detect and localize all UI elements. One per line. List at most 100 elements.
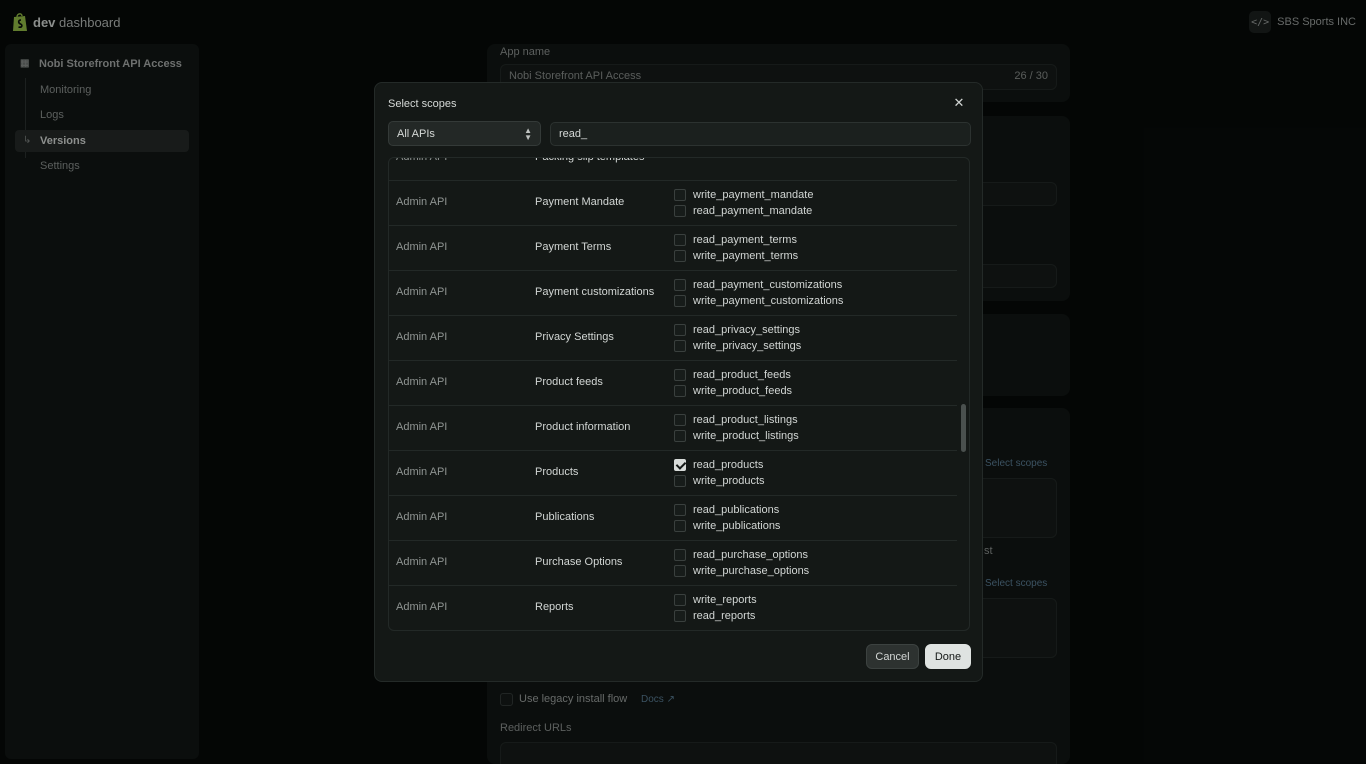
row-resource: Privacy Settings [535, 331, 614, 343]
scope-option[interactable]: write_payment_customizations [674, 293, 843, 309]
row-resource: Product feeds [535, 376, 603, 388]
table-row: Admin API Payment customizations read_paym… [389, 271, 957, 316]
scopes-table-body: Admin API Packing slip templates read_pack… [389, 157, 957, 630]
table-row: Admin API Product feeds read_product_feeds… [389, 361, 957, 406]
scope-name: read_privacy_settings [693, 324, 801, 336]
table-row: Admin API Privacy Settings read_privacy_se… [389, 316, 957, 361]
scope-option[interactable]: write_products [674, 473, 765, 489]
row-scopes: read_payment_terms write_payment_terms [674, 232, 798, 264]
scope-option[interactable]: write_payment_mandate [674, 187, 813, 203]
done-button[interactable]: Done [925, 644, 971, 669]
row-scopes: read_packing_slip_templates [674, 157, 835, 158]
scope-checkbox[interactable] [674, 234, 686, 246]
scope-name: write_reports [693, 594, 757, 606]
row-api: Admin API [396, 556, 448, 568]
table-row: Admin API Packing slip templates read_pack… [389, 157, 957, 181]
scope-checkbox[interactable] [674, 189, 686, 201]
row-api: Admin API [396, 241, 448, 253]
scope-checkbox[interactable] [674, 324, 686, 336]
row-scopes: read_privacy_settings write_privacy_setti… [674, 322, 801, 354]
table-row: Admin API Products read_products write_prod… [389, 451, 957, 496]
scope-option[interactable]: write_privacy_settings [674, 338, 801, 354]
row-resource: Product information [535, 421, 631, 433]
table-row: Admin API Payment Mandate write_payment_ma… [389, 181, 957, 226]
scope-name: read_reports [693, 610, 756, 622]
select-scopes-modal: Select scopes ✕ All APIs ▲▼ Admin API Pac… [374, 82, 983, 682]
row-scopes: read_payment_customizations write_payment… [674, 277, 843, 309]
row-api: Admin API [396, 286, 448, 298]
scope-option[interactable]: read_product_listings [674, 412, 799, 428]
row-api: Admin API [396, 511, 448, 523]
row-resource: Reports [535, 601, 574, 613]
cancel-button[interactable]: Cancel [866, 644, 919, 669]
row-resource: Packing slip templates [535, 157, 645, 163]
row-api: Admin API [396, 421, 448, 433]
scope-option[interactable]: read_products [674, 457, 765, 473]
scope-option[interactable]: read_privacy_settings [674, 322, 801, 338]
scope-checkbox[interactable] [674, 340, 686, 352]
scope-name: write_product_listings [693, 430, 799, 442]
scope-name: read_product_listings [693, 414, 798, 426]
row-scopes: read_products write_products [674, 457, 765, 489]
row-resource: Payment Terms [535, 241, 612, 253]
scope-name: write_payment_terms [693, 250, 799, 262]
scopes-table: Admin API Packing slip templates read_pack… [388, 157, 970, 631]
scope-checkbox[interactable] [674, 475, 686, 487]
scope-checkbox[interactable] [674, 565, 686, 577]
scrollbar-thumb[interactable] [961, 404, 966, 452]
row-resource: Payment customizations [535, 286, 655, 298]
modal-title: Select scopes [388, 98, 457, 110]
scope-checkbox[interactable] [674, 504, 686, 516]
scope-checkbox[interactable] [674, 205, 686, 217]
table-row: Admin API Reports write_reports read_report… [389, 586, 957, 630]
scope-checkbox[interactable] [674, 279, 686, 291]
scope-option[interactable]: read_payment_terms [674, 232, 798, 248]
scope-name: read_publications [693, 504, 780, 516]
row-scopes: read_publications write_publications [674, 502, 780, 534]
scope-checkbox[interactable] [674, 520, 686, 532]
scope-checkbox[interactable] [674, 549, 686, 561]
scope-option[interactable]: write_payment_terms [674, 248, 798, 264]
row-api: Admin API [396, 157, 448, 163]
scope-option[interactable]: read_payment_customizations [674, 277, 843, 293]
row-scopes: read_purchase_options write_purchase_opti… [674, 547, 809, 579]
row-scopes: write_payment_mandate read_payment_mandat… [674, 187, 813, 219]
close-icon[interactable]: ✕ [951, 95, 967, 111]
table-row: Admin API Purchase Options read_purchase_o… [389, 541, 957, 586]
table-row: Admin API Payment Terms read_payment_terms… [389, 226, 957, 271]
scope-name: write_publications [693, 520, 781, 532]
scope-checkbox[interactable] [674, 414, 686, 426]
scope-option[interactable]: write_product_feeds [674, 383, 792, 399]
scope-checkbox[interactable] [674, 459, 686, 471]
scope-name: read_payment_mandate [693, 205, 813, 217]
scope-name: write_payment_mandate [693, 189, 814, 201]
scope-name: write_privacy_settings [693, 340, 802, 352]
scope-option[interactable]: read_reports [674, 608, 757, 624]
scope-option[interactable]: read_packing_slip_templates [674, 157, 835, 158]
scope-name: write_purchase_options [693, 565, 810, 577]
scope-option[interactable]: read_product_feeds [674, 367, 792, 383]
scope-option[interactable]: write_product_listings [674, 428, 799, 444]
row-scopes: read_product_listings write_product_listi… [674, 412, 799, 444]
scope-checkbox[interactable] [674, 610, 686, 622]
scope-name: read_payment_customizations [693, 279, 843, 291]
scope-checkbox[interactable] [674, 385, 686, 397]
scope-option[interactable]: write_reports [674, 592, 757, 608]
row-scopes: write_reports read_reports [674, 592, 757, 624]
scope-option[interactable]: read_purchase_options [674, 547, 809, 563]
row-api: Admin API [396, 331, 448, 343]
table-row: Admin API Publications read_publications wr… [389, 496, 957, 541]
scope-search-input[interactable] [550, 122, 971, 146]
scope-checkbox[interactable] [674, 295, 686, 307]
scope-option[interactable]: write_purchase_options [674, 563, 809, 579]
scope-option[interactable]: write_publications [674, 518, 780, 534]
scope-checkbox[interactable] [674, 594, 686, 606]
scope-option[interactable]: read_publications [674, 502, 780, 518]
scope-name: read_products [693, 459, 764, 471]
scope-checkbox[interactable] [674, 430, 686, 442]
scope-option[interactable]: read_payment_mandate [674, 203, 813, 219]
scope-checkbox[interactable] [674, 250, 686, 262]
api-filter-select[interactable]: All APIs ▲ ▼ [388, 121, 541, 146]
row-resource: Products [535, 466, 579, 478]
scope-checkbox[interactable] [674, 369, 686, 381]
